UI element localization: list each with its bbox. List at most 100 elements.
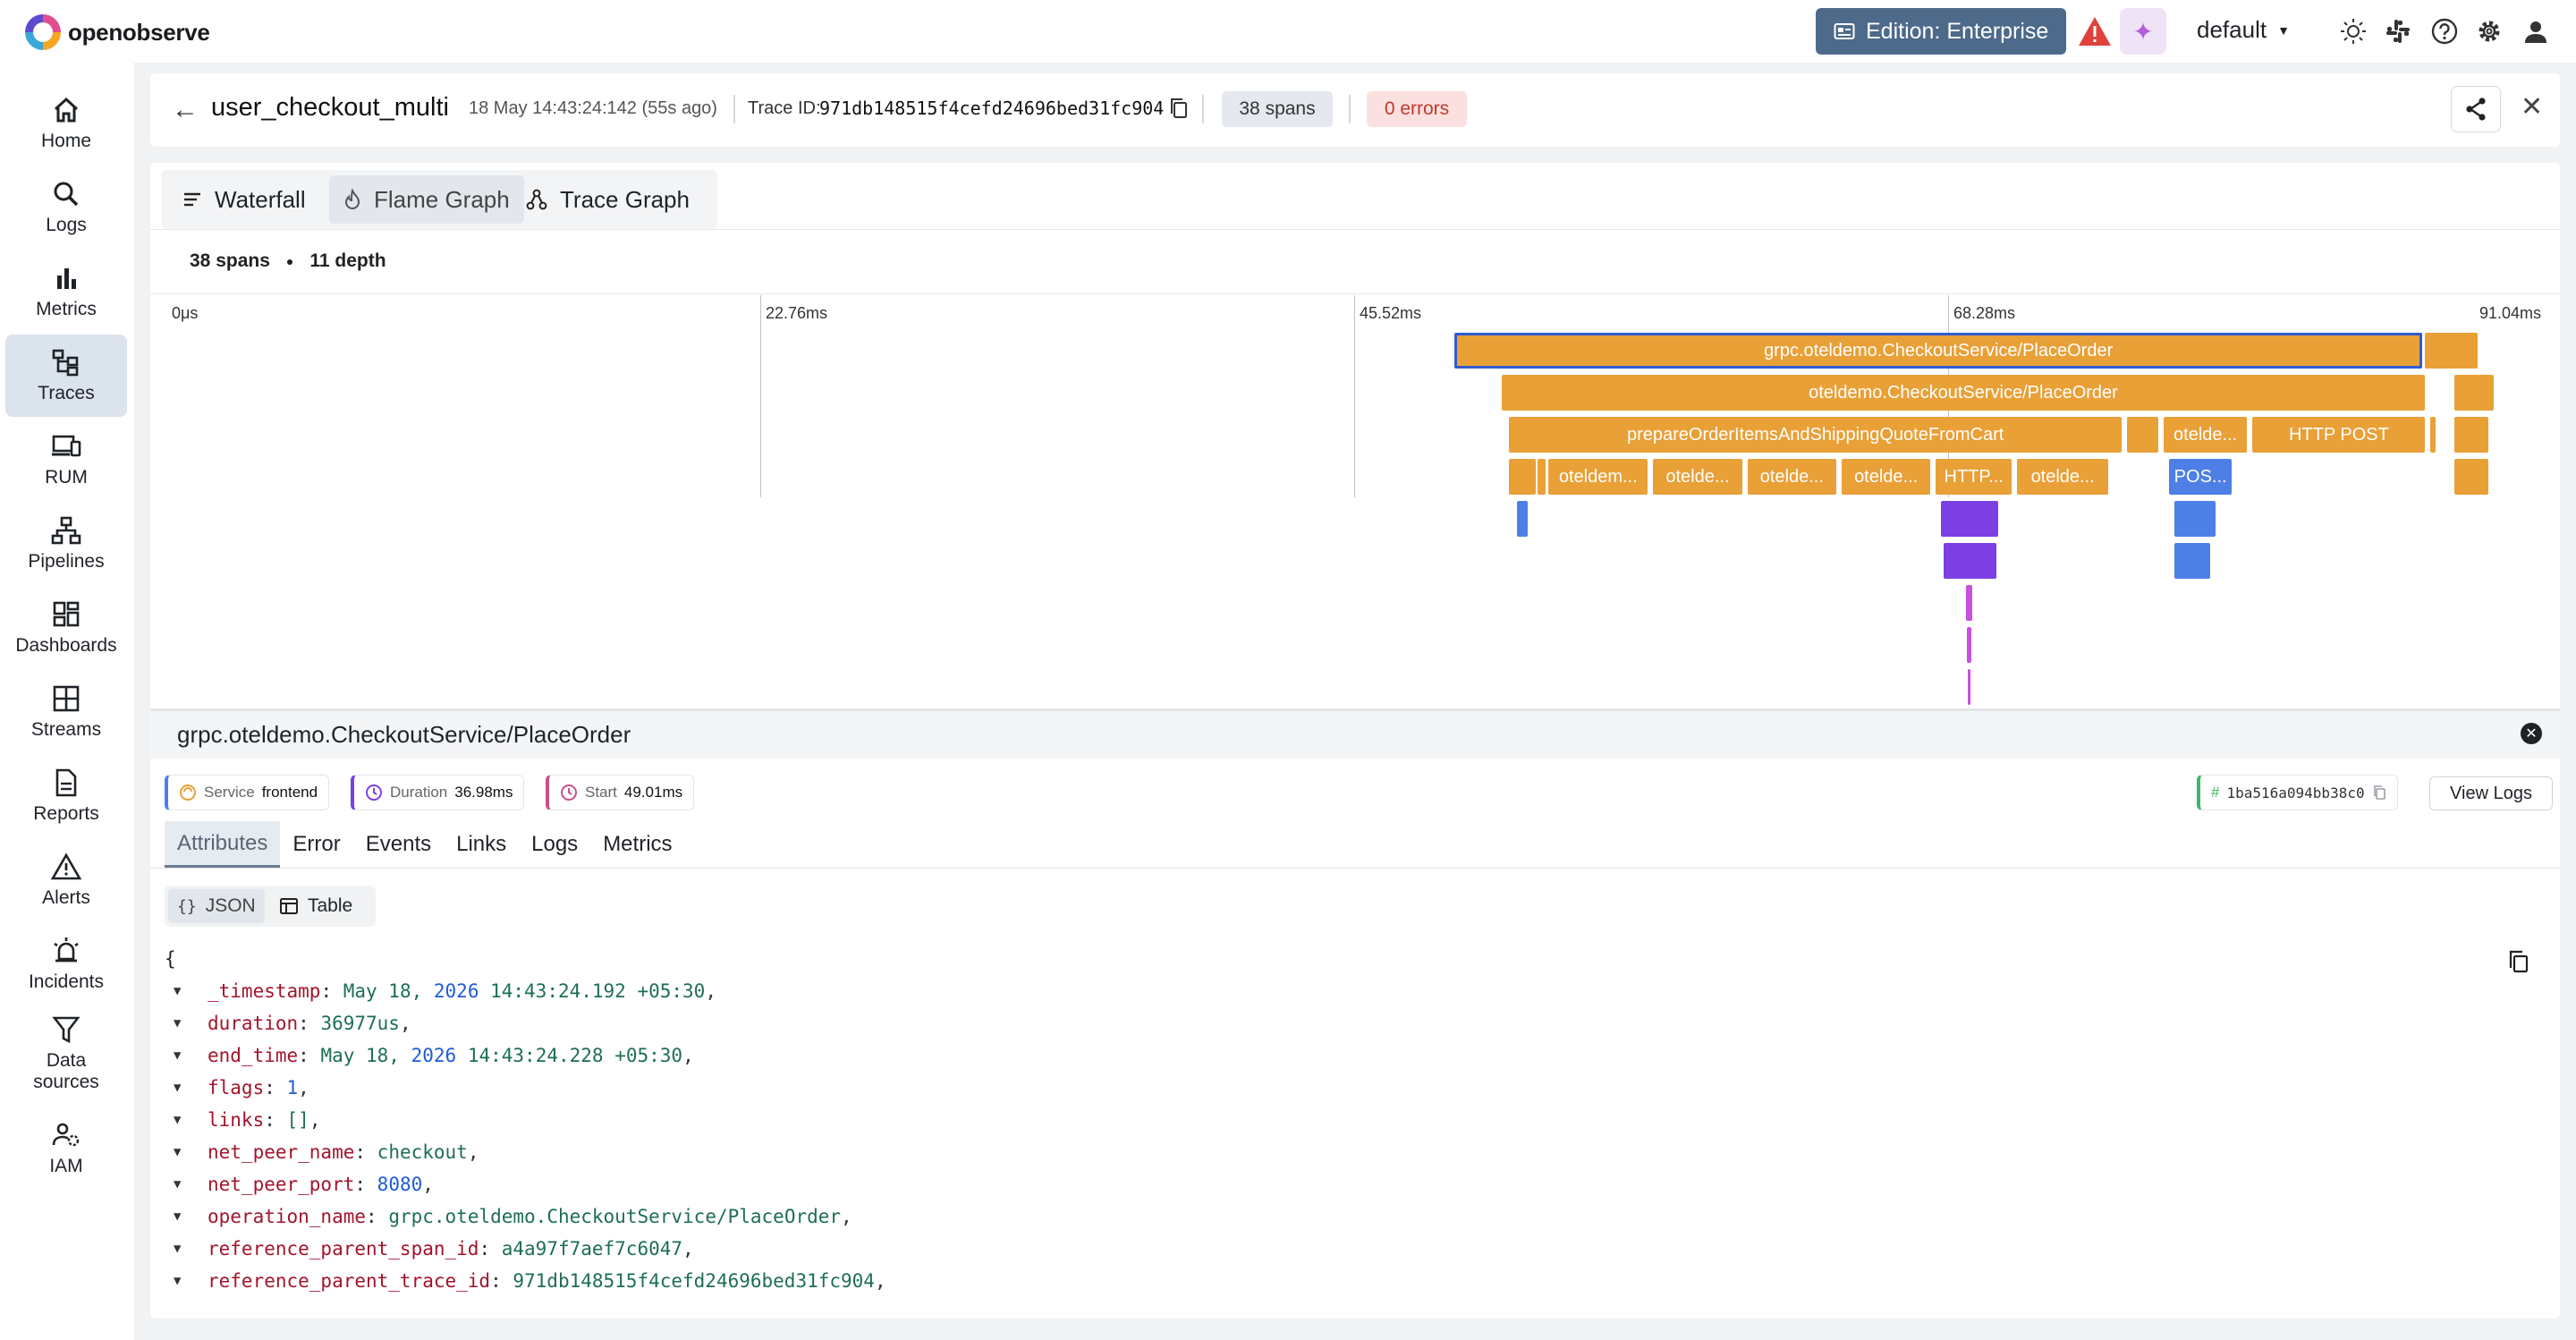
table-format-button[interactable]: Table (270, 889, 361, 923)
json-attribute-row: ▼ reference_parent_trace_id: 971db148515f… (165, 1265, 886, 1297)
close-icon[interactable]: ✕ (2521, 723, 2542, 744)
tab-attributes[interactable]: Attributes (165, 821, 281, 868)
ai-assistant-button[interactable]: ✦ (2120, 8, 2166, 55)
help-icon[interactable] (2429, 16, 2460, 47)
devices-icon (52, 435, 81, 457)
user-icon[interactable] (2521, 16, 2551, 47)
flame-span-bar[interactable]: otelde... (1653, 459, 1742, 495)
sidebar-item-pipelines[interactable]: Pipelines (5, 503, 127, 585)
trace-header: ← user_checkout_multi 18 May 14:43:24:14… (150, 73, 2560, 147)
sidebar-item-label: Alerts (42, 887, 90, 908)
flame-span-bar[interactable] (1517, 501, 1528, 537)
expand-caret-icon[interactable]: ▼ (174, 1200, 190, 1233)
sidebar-item-streams[interactable]: Streams (5, 671, 127, 753)
view-logs-button[interactable]: View Logs (2429, 776, 2553, 810)
tab-trace-graph[interactable]: Trace Graph (512, 175, 704, 224)
warning-icon[interactable] (2077, 15, 2113, 47)
close-icon[interactable]: ✕ (2521, 91, 2543, 123)
flame-span-bar[interactable]: grpc.oteldemo.CheckoutService/PlaceOrder (1454, 333, 2423, 369)
tab-events[interactable]: Events (353, 821, 444, 868)
divider (150, 868, 2560, 869)
home-icon (54, 97, 79, 123)
tab-error[interactable]: Error (280, 821, 352, 868)
sidebar-item-label: Pipelines (28, 551, 105, 572)
copy-icon[interactable] (2506, 948, 2531, 975)
settings-icon[interactable] (2474, 16, 2504, 47)
tab-links[interactable]: Links (444, 821, 519, 868)
expand-caret-icon[interactable]: ▼ (174, 1265, 190, 1297)
flame-span-bar[interactable]: otelde... (2016, 459, 2109, 495)
theme-icon[interactable] (2338, 16, 2368, 47)
flame-span-bar[interactable] (2425, 333, 2478, 369)
span-id-value: 1ba516a094bb38c0 (2226, 784, 2365, 801)
flame-span-bar[interactable]: oteldem... (1548, 459, 1648, 495)
json-value: checkout (377, 1141, 468, 1163)
flame-span-bar[interactable] (1967, 627, 1971, 663)
flame-span-bar[interactable]: otelde... (1841, 459, 1931, 495)
back-arrow-icon[interactable]: ← (172, 95, 199, 125)
edition-button[interactable]: Edition: Enterprise (1816, 8, 2066, 55)
flame-span-bar[interactable]: HTTP POST (2252, 417, 2426, 453)
flame-span-bar[interactable] (2453, 417, 2488, 453)
expand-caret-icon[interactable]: ▼ (174, 975, 190, 1007)
tab-metrics[interactable]: Metrics (590, 821, 684, 868)
flame-span-label: POS... (2174, 466, 2227, 487)
flame-span-bar[interactable] (1538, 459, 1546, 495)
flame-span-bar[interactable] (2453, 375, 2494, 411)
sidebar-item-iam[interactable]: IAM (5, 1107, 127, 1190)
tab-flame-graph[interactable]: Flame Graph (329, 175, 524, 224)
sidebar-item-home[interactable]: Home (5, 82, 127, 165)
sidebar-item-alerts[interactable]: Alerts (5, 839, 127, 921)
flame-span-bar[interactable]: HTTP... (1936, 459, 2012, 495)
sidebar-item-label: Streams (30, 719, 102, 740)
flame-span-bar[interactable] (1941, 501, 1999, 537)
flame-span-bar[interactable] (1967, 669, 1970, 705)
sidebar-item-data-sources[interactable]: Data sources (5, 1007, 127, 1100)
share-button[interactable] (2451, 86, 2501, 132)
flame-span-bar[interactable] (1509, 459, 1536, 495)
id-card-icon (1834, 23, 1855, 39)
bar-chart-icon (57, 268, 76, 289)
copy-icon[interactable] (2372, 784, 2386, 801)
flame-span-bar[interactable]: prepareOrderItemsAndShippingQuoteFromCar… (1509, 417, 2122, 453)
flame-span-bar[interactable] (1965, 585, 1973, 621)
sidebar-item-incidents[interactable]: Incidents (5, 923, 127, 1005)
json-attribute-row: ▼ _timestamp: May 18, 2026 14:43:24.192 +… (165, 975, 886, 1007)
app-logo[interactable]: openobserve (25, 14, 210, 50)
trace-name: user_checkout_multi (211, 93, 449, 122)
expand-caret-icon[interactable]: ▼ (174, 1168, 190, 1200)
sidebar-item-dashboards[interactable]: Dashboards (5, 587, 127, 669)
flame-span-bar[interactable] (1944, 543, 1996, 579)
json-format-button[interactable]: {} JSON (168, 889, 265, 923)
json-value: May 18, (343, 980, 434, 1002)
flame-span-bar[interactable] (2453, 459, 2488, 495)
sidebar-item-metrics[interactable]: Metrics (5, 250, 127, 333)
org-selector[interactable]: default ▼ (2197, 16, 2290, 44)
expand-caret-icon[interactable]: ▼ (174, 1039, 190, 1072)
expand-caret-icon[interactable]: ▼ (174, 1007, 190, 1039)
expand-caret-icon[interactable]: ▼ (174, 1233, 190, 1265)
flame-span-bar[interactable] (2174, 543, 2211, 579)
sidebar-item-reports[interactable]: Reports (5, 755, 127, 837)
flame-span-bar[interactable] (2174, 501, 2216, 537)
sidebar-item-logs[interactable]: Logs (5, 166, 127, 249)
service-chip: Service frontend (165, 775, 330, 810)
flame-span-bar[interactable] (2126, 417, 2158, 453)
tab-logs[interactable]: Logs (519, 821, 590, 868)
flame-span-label: otelde... (1854, 466, 1919, 487)
expand-caret-icon[interactable]: ▼ (174, 1104, 190, 1136)
sidebar-item-rum[interactable]: RUM (5, 419, 127, 501)
tab-waterfall[interactable]: Waterfall (168, 175, 320, 224)
flame-span-bar[interactable]: POS... (2168, 459, 2232, 495)
reports-icon (55, 768, 77, 797)
json-viewer: { ▼ _timestamp: May 18, 2026 14:43:24.192… (165, 943, 886, 1297)
sidebar-item-traces[interactable]: Traces (5, 335, 127, 417)
flame-span-bar[interactable] (2430, 417, 2436, 453)
flame-span-bar[interactable]: otelde... (2163, 417, 2248, 453)
flame-span-bar[interactable]: otelde... (1747, 459, 1837, 495)
expand-caret-icon[interactable]: ▼ (174, 1136, 190, 1168)
copy-icon[interactable] (1168, 97, 1190, 120)
flame-span-bar[interactable]: oteldemo.CheckoutService/PlaceOrder (1501, 375, 2426, 411)
expand-caret-icon[interactable]: ▼ (174, 1072, 190, 1104)
slack-icon[interactable] (2383, 16, 2413, 47)
